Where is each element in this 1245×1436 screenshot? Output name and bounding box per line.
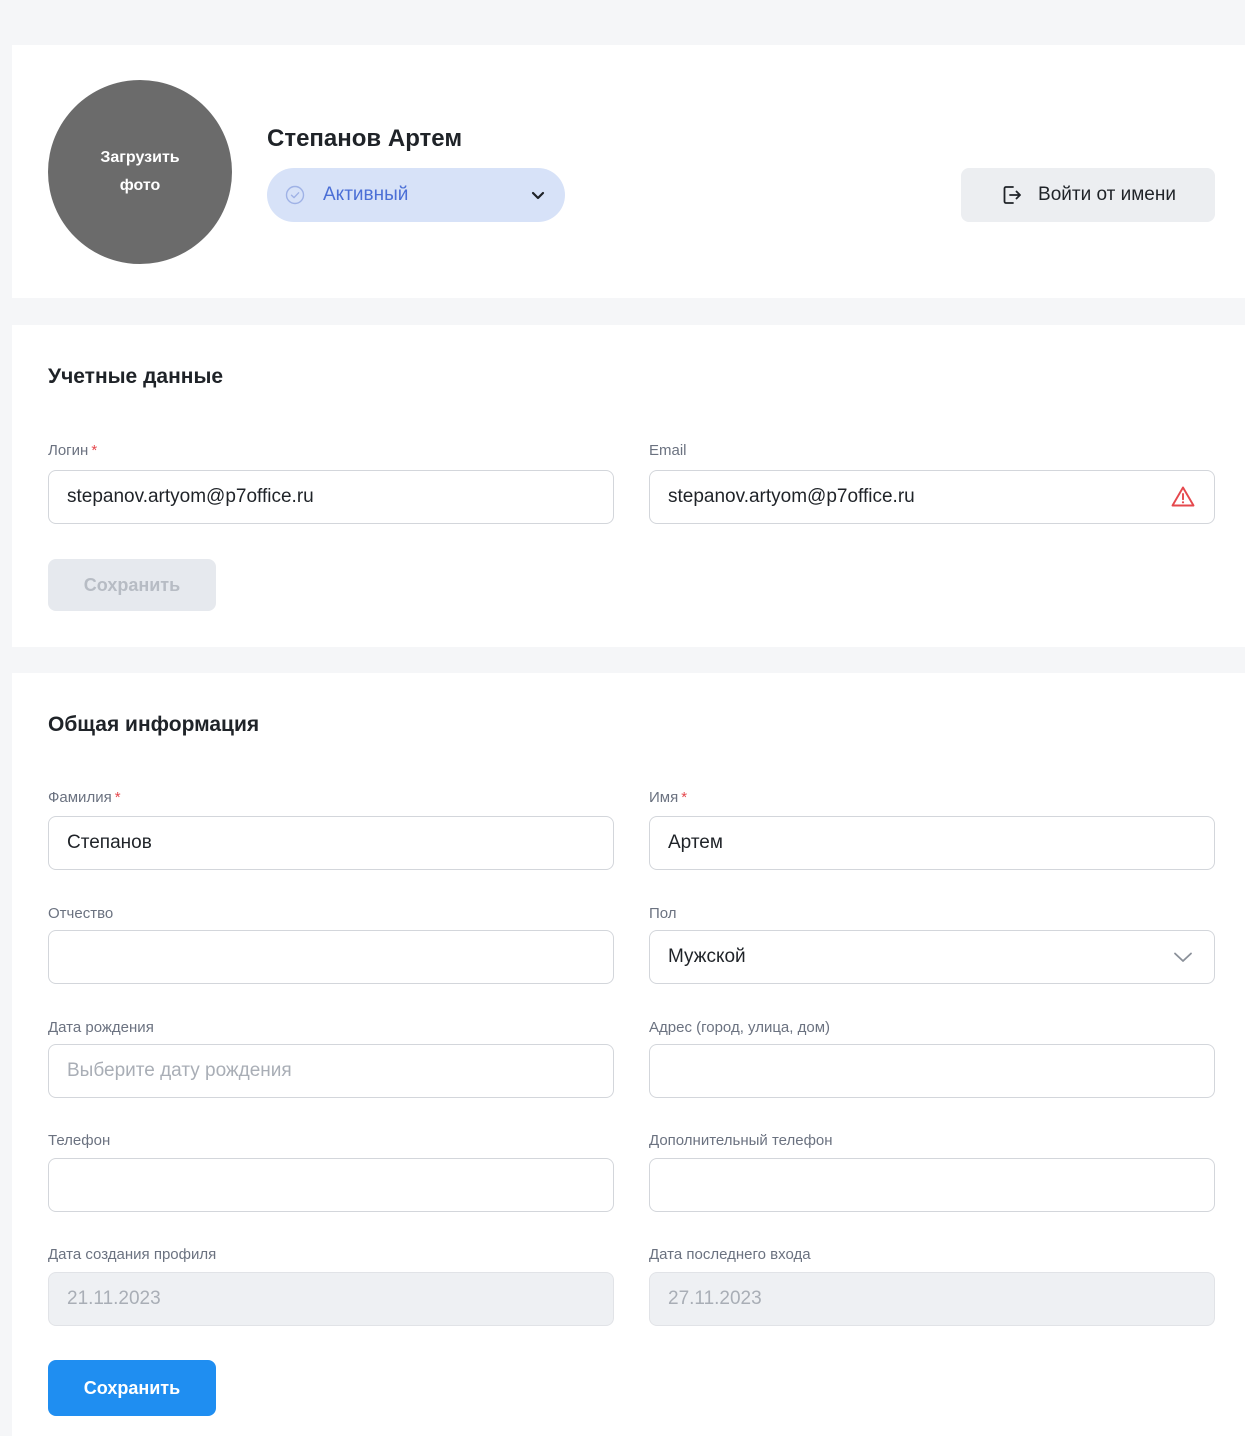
birth-date-placeholder: Выберите дату рождения <box>67 1060 292 1081</box>
account-card: Учетные данные Логин * stepanov.artyom@p7… <box>12 325 1245 647</box>
chevron-down-icon <box>531 191 545 200</box>
login-label-text: Логин <box>48 442 89 459</box>
patronymic-label: Отчество <box>48 905 114 922</box>
last-login-label: Дата последнего входа <box>649 1246 811 1263</box>
first-name-input[interactable]: Артем <box>649 816 1215 870</box>
chevron-down-icon <box>1174 952 1192 962</box>
warning-icon <box>1171 486 1195 507</box>
section-title-general: Общая информация <box>48 713 260 736</box>
patronymic-input[interactable] <box>48 930 614 984</box>
gender-select[interactable]: Мужской <box>649 930 1215 984</box>
address-label: Адрес (город, улица, дом) <box>649 1019 831 1036</box>
avatar-upload-button[interactable]: Загрузить фото <box>48 80 232 264</box>
last-login-value: 27.11.2023 <box>668 1288 762 1309</box>
email-input[interactable]: stepanov.artyom@p7office.ru <box>649 470 1215 524</box>
extra-phone-label: Дополнительный телефон <box>649 1132 833 1149</box>
last-name-input[interactable]: Степанов <box>48 816 614 870</box>
avatar-upload-label: Загрузить фото <box>100 149 180 194</box>
phone-label: Телефон <box>48 1132 111 1149</box>
address-input[interactable] <box>649 1044 1215 1098</box>
first-name-label-text: Имя <box>649 789 679 806</box>
account-save-button[interactable]: Сохранить <box>48 559 216 611</box>
status-value: Активный <box>323 184 409 205</box>
login-label: Логин * <box>48 442 97 459</box>
created-date-value: 21.11.2023 <box>67 1288 161 1309</box>
gender-label: Пол <box>649 905 677 922</box>
last-name-label-text: Фамилия <box>48 789 112 806</box>
login-input-value: stepanov.artyom@p7office.ru <box>67 486 314 507</box>
required-mark: * <box>91 442 98 459</box>
user-full-name: Степанов Артем <box>267 125 463 152</box>
created-date-label: Дата создания профиля <box>48 1246 217 1263</box>
gender-value: Мужской <box>668 946 746 967</box>
account-save-label: Сохранить <box>83 574 181 595</box>
extra-phone-input[interactable] <box>649 1158 1215 1212</box>
general-save-label: Сохранить <box>83 1377 181 1398</box>
birth-date-input[interactable]: Выберите дату рождения <box>48 1044 614 1098</box>
status-dropdown[interactable]: Активный <box>267 168 565 222</box>
birth-date-label: Дата рождения <box>48 1019 154 1036</box>
login-as-label: Войти от имени <box>1038 184 1176 205</box>
required-mark: * <box>681 789 688 806</box>
login-as-button[interactable]: Войти от имени <box>961 168 1215 222</box>
first-name-label: Имя * <box>649 789 687 806</box>
profile-card: Загрузить фото Степанов Артем Активный В… <box>12 45 1245 298</box>
phone-input[interactable] <box>48 1158 614 1212</box>
required-mark: * <box>114 789 121 806</box>
section-title-account: Учетные данные <box>48 365 224 388</box>
created-date-field: 21.11.2023 <box>48 1272 614 1326</box>
email-label: Email <box>649 442 687 459</box>
last-name-value: Степанов <box>67 832 152 853</box>
login-as-icon <box>1003 186 1021 204</box>
login-input[interactable]: stepanov.artyom@p7office.ru <box>48 470 614 524</box>
first-name-value: Артем <box>668 832 723 853</box>
general-save-button[interactable]: Сохранить <box>48 1360 216 1416</box>
email-input-value: stepanov.artyom@p7office.ru <box>668 486 915 507</box>
check-circle-icon <box>285 185 305 205</box>
last-login-field: 27.11.2023 <box>649 1272 1215 1326</box>
last-name-label: Фамилия * <box>48 789 121 806</box>
general-info-card: Общая информация Фамилия * Степанов Имя * … <box>12 673 1245 1436</box>
